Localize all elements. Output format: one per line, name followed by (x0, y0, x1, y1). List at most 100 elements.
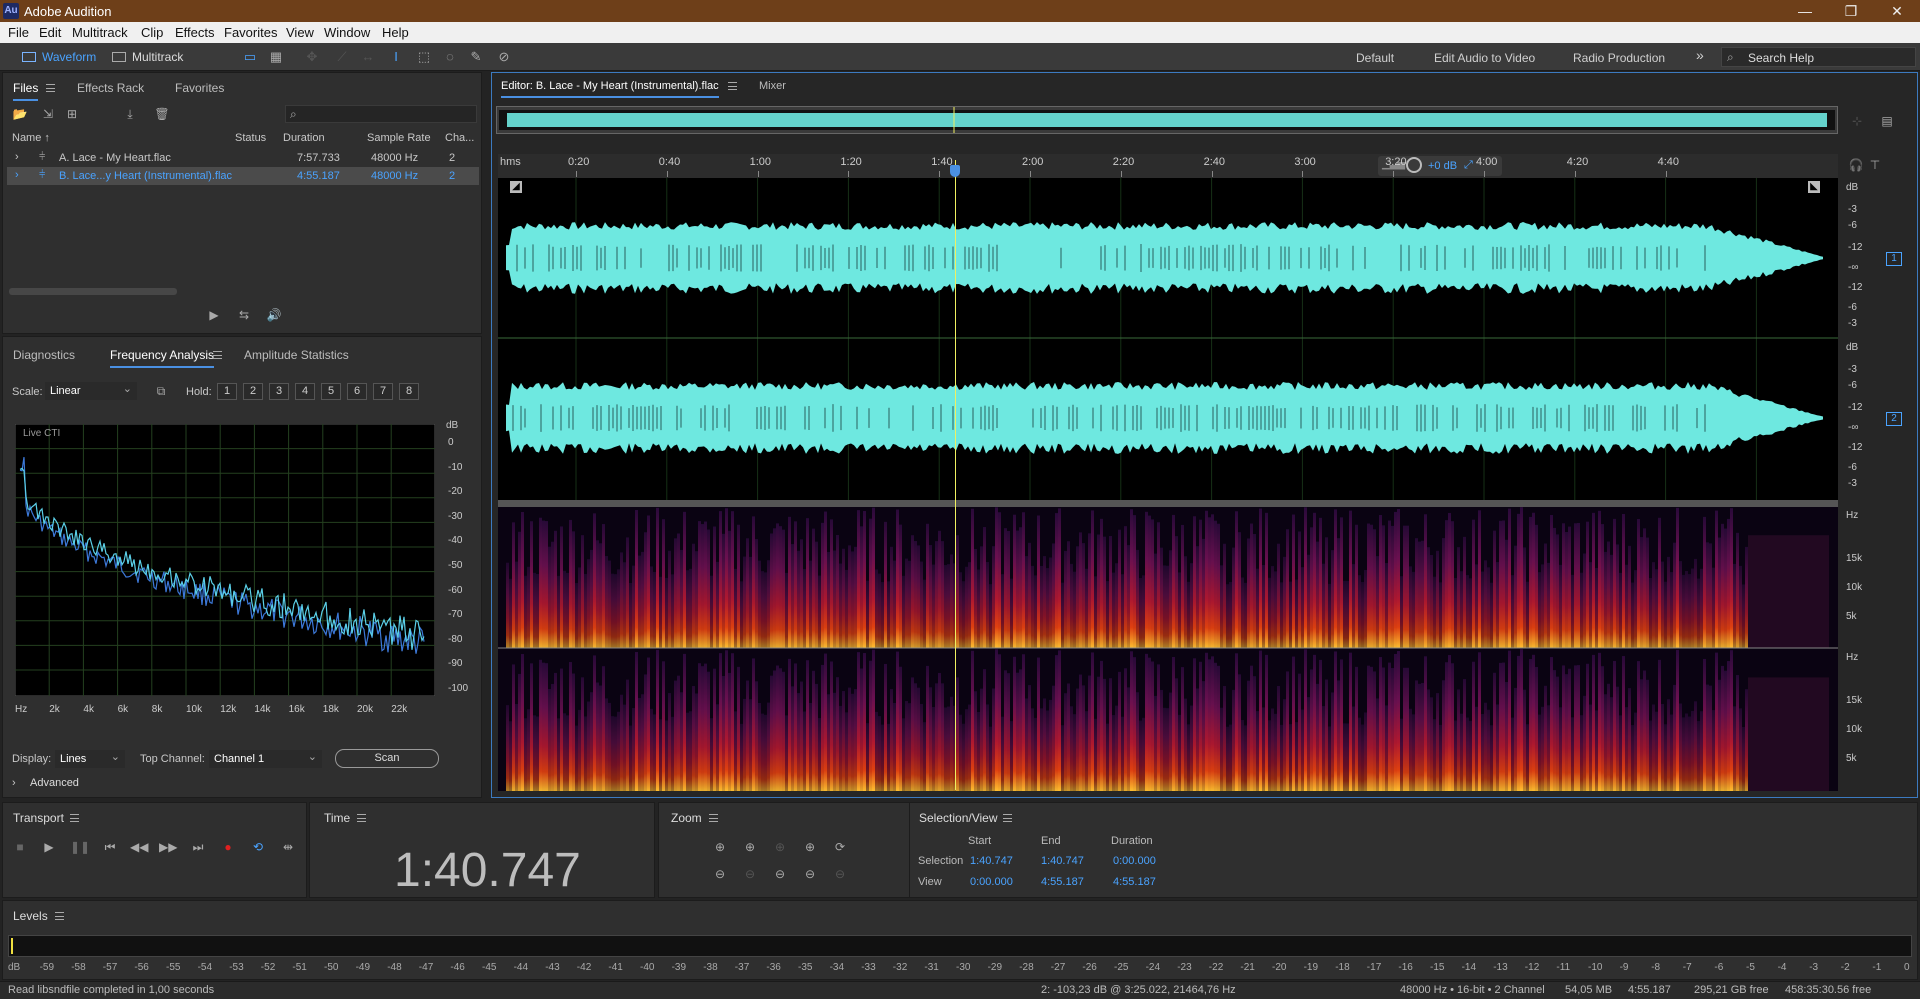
loop-icon[interactable]: ⟲ (249, 839, 267, 855)
panel-options-icon[interactable]: ▤ (1878, 113, 1896, 129)
hold-button-1[interactable]: 1 (217, 383, 237, 400)
expand-icon[interactable]: › (15, 151, 19, 163)
editor-panel-menu-icon[interactable] (728, 82, 737, 90)
tab-favorites[interactable]: Favorites (175, 81, 224, 95)
play-preview-icon[interactable]: ▶ (205, 307, 223, 323)
analysis-panel-menu-icon[interactable] (213, 351, 222, 359)
zoom-reset-icon[interactable]: ⟳ (831, 839, 849, 855)
hold-button-4[interactable]: 4 (295, 383, 315, 400)
advanced-toggle[interactable]: Advanced (30, 777, 79, 789)
restore-button[interactable]: ❐ (1828, 0, 1874, 22)
overview-navigator[interactable] (496, 106, 1838, 134)
workspace-edit-audio-to-video[interactable]: Edit Audio to Video (1434, 51, 1535, 65)
hold-button-5[interactable]: 5 (321, 383, 341, 400)
spot-healing-tool-icon[interactable]: ⊘ (496, 50, 512, 64)
slip-tool-icon[interactable]: ↔ (360, 50, 376, 64)
view-start-field[interactable]: 0:00.000 (970, 876, 1013, 888)
hold-button-2[interactable]: 2 (243, 383, 263, 400)
hold-button-6[interactable]: 6 (347, 383, 367, 400)
time-selection-tool-icon[interactable]: I (388, 50, 404, 64)
menu-effects[interactable]: Effects (175, 25, 215, 40)
menu-window[interactable]: Window (324, 25, 370, 40)
import-file-icon[interactable]: ⇲ (39, 106, 57, 122)
razor-tool-icon[interactable]: ⟋ (334, 50, 350, 64)
multitrack-mode-button[interactable]: Multitrack (106, 47, 189, 67)
waveform-mode-button[interactable]: Waveform (16, 47, 102, 67)
zoom-out-full-icon[interactable]: ⊹ (1848, 113, 1866, 129)
search-help-input[interactable]: ⌕ Search Help (1721, 47, 1916, 67)
new-file-icon[interactable]: ⊞ (63, 106, 81, 122)
hold-button-8[interactable]: 8 (399, 383, 419, 400)
channel-1-toggle[interactable]: 1 (1886, 252, 1902, 266)
tab-mixer[interactable]: Mixer (759, 80, 786, 92)
skip-selection-icon[interactable]: ⇹ (279, 839, 297, 855)
selection-duration-field[interactable]: 0:00.000 (1113, 855, 1156, 867)
time-ruler[interactable]: hms (498, 154, 1838, 178)
fade-in-handle-icon[interactable]: ◢ (510, 181, 522, 193)
close-button[interactable]: ✕ (1874, 0, 1920, 22)
zoom-to-selection-icon[interactable]: ⊖ (831, 866, 849, 882)
move-tool-icon[interactable]: ✥ (304, 50, 320, 64)
column-status[interactable]: Status (235, 132, 266, 144)
waveform-view-icon[interactable]: ▭ (242, 50, 258, 64)
previous-icon[interactable]: ⏮ (101, 839, 119, 855)
horizontal-scrollbar[interactable] (9, 288, 177, 295)
insert-into-multitrack-icon[interactable]: ⤓ (121, 106, 139, 122)
hold-button-7[interactable]: 7 (373, 383, 393, 400)
next-icon[interactable]: ⏭ (189, 839, 207, 855)
pause-icon[interactable]: ❚❚ (70, 839, 90, 855)
menu-view[interactable]: View (286, 25, 314, 40)
scan-button[interactable]: Scan (335, 749, 439, 768)
column-sample-rate[interactable]: Sample Rate (367, 132, 431, 144)
menu-clip[interactable]: Clip (141, 25, 163, 40)
delete-file-icon[interactable]: 🗑 (153, 106, 171, 122)
view-duration-field[interactable]: 4:55.187 (1113, 876, 1156, 888)
table-row[interactable]: › ⫩ B. Lace...y Heart (Instrumental).fla… (7, 167, 479, 185)
expand-icon[interactable]: › (15, 169, 19, 181)
zoom-menu-icon[interactable] (709, 814, 718, 822)
copy-icon[interactable]: ⧉ (152, 383, 170, 399)
scale-select[interactable]: Linear (45, 381, 137, 400)
spectral-frequency-display[interactable] (498, 507, 1838, 791)
menu-multitrack[interactable]: Multitrack (72, 25, 128, 40)
hold-button-3[interactable]: 3 (269, 383, 289, 400)
tab-frequency-analysis[interactable]: Frequency Analysis (110, 348, 215, 368)
brush-tool-icon[interactable]: ✎ (468, 50, 484, 64)
zoom-out-time-icon[interactable]: ⊖ (741, 866, 759, 882)
stop-icon[interactable]: ■ (11, 839, 29, 855)
tab-effects-rack[interactable]: Effects Rack (77, 81, 144, 95)
zoom-out-full-time-icon[interactable]: ⊖ (771, 866, 789, 882)
menu-help[interactable]: Help (382, 25, 409, 40)
zoom-in-amplitude-icon[interactable]: ⊕ (711, 839, 729, 855)
workspace-default[interactable]: Default (1356, 51, 1394, 65)
fade-out-handle-icon[interactable]: ◣ (1808, 181, 1820, 193)
rewind-icon[interactable]: ◀◀ (130, 839, 148, 855)
more-workspaces-button[interactable]: » (1696, 47, 1704, 63)
transport-menu-icon[interactable] (70, 814, 79, 822)
record-icon[interactable]: ● (219, 839, 237, 855)
pin-hud-icon[interactable]: ⤢ (1464, 159, 1473, 172)
display-select[interactable]: Lines (55, 749, 125, 768)
channel-2-toggle[interactable]: 2 (1886, 412, 1902, 426)
tab-diagnostics[interactable]: Diagnostics (13, 348, 75, 362)
zoom-in-selection-icon[interactable]: ⊕ (771, 839, 789, 855)
headphones-icon[interactable]: 🎧 (1847, 157, 1865, 173)
spectral-view-icon[interactable]: ▦ (268, 50, 284, 64)
advanced-chevron-icon[interactable]: › (12, 777, 16, 789)
minimize-button[interactable]: — (1782, 0, 1828, 22)
tab-amplitude-statistics[interactable]: Amplitude Statistics (244, 348, 349, 362)
files-panel-menu-icon[interactable] (46, 84, 55, 92)
zoom-in-time-icon[interactable]: ⊕ (741, 839, 759, 855)
selection-view-menu-icon[interactable] (1003, 814, 1012, 822)
waveform-spectral-divider[interactable] (498, 500, 1838, 507)
zoom-in-left-icon[interactable]: ⊕ (801, 839, 819, 855)
menu-edit[interactable]: Edit (39, 25, 61, 40)
levels-menu-icon[interactable] (55, 912, 64, 920)
playhead[interactable] (955, 160, 956, 790)
auto-play-icon[interactable]: 🔊 (265, 307, 283, 323)
open-file-icon[interactable]: 📂 (11, 106, 29, 122)
volume-knob-icon[interactable] (1406, 157, 1422, 173)
fast-forward-icon[interactable]: ▶▶ (159, 839, 177, 855)
table-row[interactable]: › ⫩ A. Lace - My Heart.flac 7:57.733 480… (7, 149, 479, 167)
loop-preview-icon[interactable]: ⇆ (235, 307, 253, 323)
